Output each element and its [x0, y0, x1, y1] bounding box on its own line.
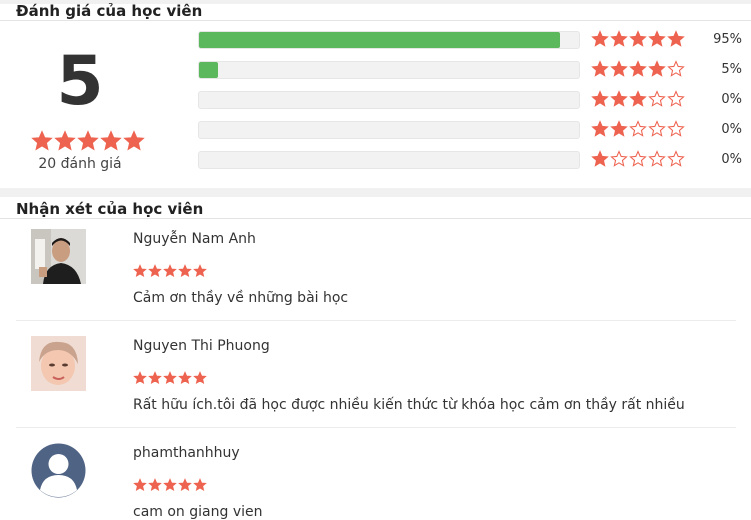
star-filled-icon [178, 371, 192, 385]
ratings-title-divider [0, 20, 751, 21]
star-filled-icon [133, 371, 147, 385]
review-stars [133, 371, 208, 385]
star-filled-icon [591, 150, 609, 168]
star-filled-icon [667, 30, 685, 48]
reviewer-name: Nguyen Thi Phuong [133, 338, 270, 354]
star-filled-icon [591, 90, 609, 108]
avatar-photo-man [31, 229, 86, 284]
reviewer-name: phamthanhhuy [133, 445, 240, 461]
star-filled-icon [100, 130, 122, 152]
star-empty-icon [648, 150, 666, 168]
rating-percent: 95% [713, 32, 742, 47]
rating-percent: 5% [721, 62, 742, 77]
star-filled-icon [163, 478, 177, 492]
star-empty-icon [667, 120, 685, 138]
review-text: Cảm ơn thầy về những bài học [133, 290, 349, 306]
star-empty-icon [629, 150, 647, 168]
star-filled-icon [629, 60, 647, 78]
star-empty-icon [648, 120, 666, 138]
review-stars [133, 264, 208, 278]
average-stars [31, 130, 146, 152]
star-filled-icon [648, 30, 666, 48]
star-filled-icon [610, 120, 628, 138]
avatar [31, 229, 86, 284]
avatar [31, 336, 86, 391]
rating-percent: 0% [721, 92, 742, 107]
star-filled-icon [148, 264, 162, 278]
star-filled-icon [193, 478, 207, 492]
review-stars [133, 478, 208, 492]
review-divider [16, 427, 736, 428]
star-filled-icon [77, 130, 99, 152]
star-filled-icon [610, 90, 628, 108]
star-filled-icon [591, 30, 609, 48]
star-filled-icon [648, 60, 666, 78]
star-filled-icon [54, 130, 76, 152]
rating-row-stars [591, 30, 686, 48]
star-empty-icon [667, 150, 685, 168]
avatar [31, 443, 86, 498]
star-empty-icon [667, 60, 685, 78]
reviewer-name: Nguyễn Nam Anh [133, 231, 256, 247]
star-filled-icon [193, 264, 207, 278]
star-filled-icon [123, 130, 145, 152]
rating-row-stars [591, 60, 686, 78]
rating-bar-fill [199, 62, 218, 78]
star-filled-icon [591, 120, 609, 138]
star-filled-icon [193, 371, 207, 385]
rating-row-stars [591, 120, 686, 138]
review-divider [16, 320, 736, 321]
star-filled-icon [31, 130, 53, 152]
rating-row-stars [591, 150, 686, 168]
star-empty-icon [667, 90, 685, 108]
star-filled-icon [178, 478, 192, 492]
average-score: 5 [56, 42, 104, 121]
ratings-title: Đánh giá của học viên [16, 2, 203, 20]
star-filled-icon [163, 371, 177, 385]
star-filled-icon [148, 371, 162, 385]
rating-row-stars [591, 90, 686, 108]
star-empty-icon [610, 150, 628, 168]
star-filled-icon [610, 60, 628, 78]
star-filled-icon [591, 60, 609, 78]
rating-percent: 0% [721, 152, 742, 167]
review-count: 20 đánh giá [38, 156, 122, 172]
rating-percent: 0% [721, 122, 742, 137]
rating-bar-track [198, 31, 580, 49]
rating-bar-track [198, 91, 580, 109]
avatar-photo-woman [31, 336, 86, 391]
default-user-icon [31, 443, 86, 498]
rating-bar-track [198, 61, 580, 79]
review-text: Rất hữu ích.tôi đã học được nhiều kiến t… [133, 397, 685, 413]
reviews-title: Nhận xét của học viên [16, 200, 204, 218]
star-empty-icon [648, 90, 666, 108]
star-filled-icon [629, 30, 647, 48]
star-filled-icon [610, 30, 628, 48]
rating-bar-track [198, 151, 580, 169]
star-filled-icon [178, 264, 192, 278]
star-empty-icon [629, 120, 647, 138]
star-filled-icon [133, 478, 147, 492]
rating-bar-fill [199, 32, 560, 48]
section-separator [0, 188, 751, 197]
review-text: cam on giang vien [133, 504, 263, 520]
rating-bar-track [198, 121, 580, 139]
star-filled-icon [133, 264, 147, 278]
star-filled-icon [163, 264, 177, 278]
star-filled-icon [629, 90, 647, 108]
star-filled-icon [148, 478, 162, 492]
reviews-title-divider [0, 218, 751, 219]
